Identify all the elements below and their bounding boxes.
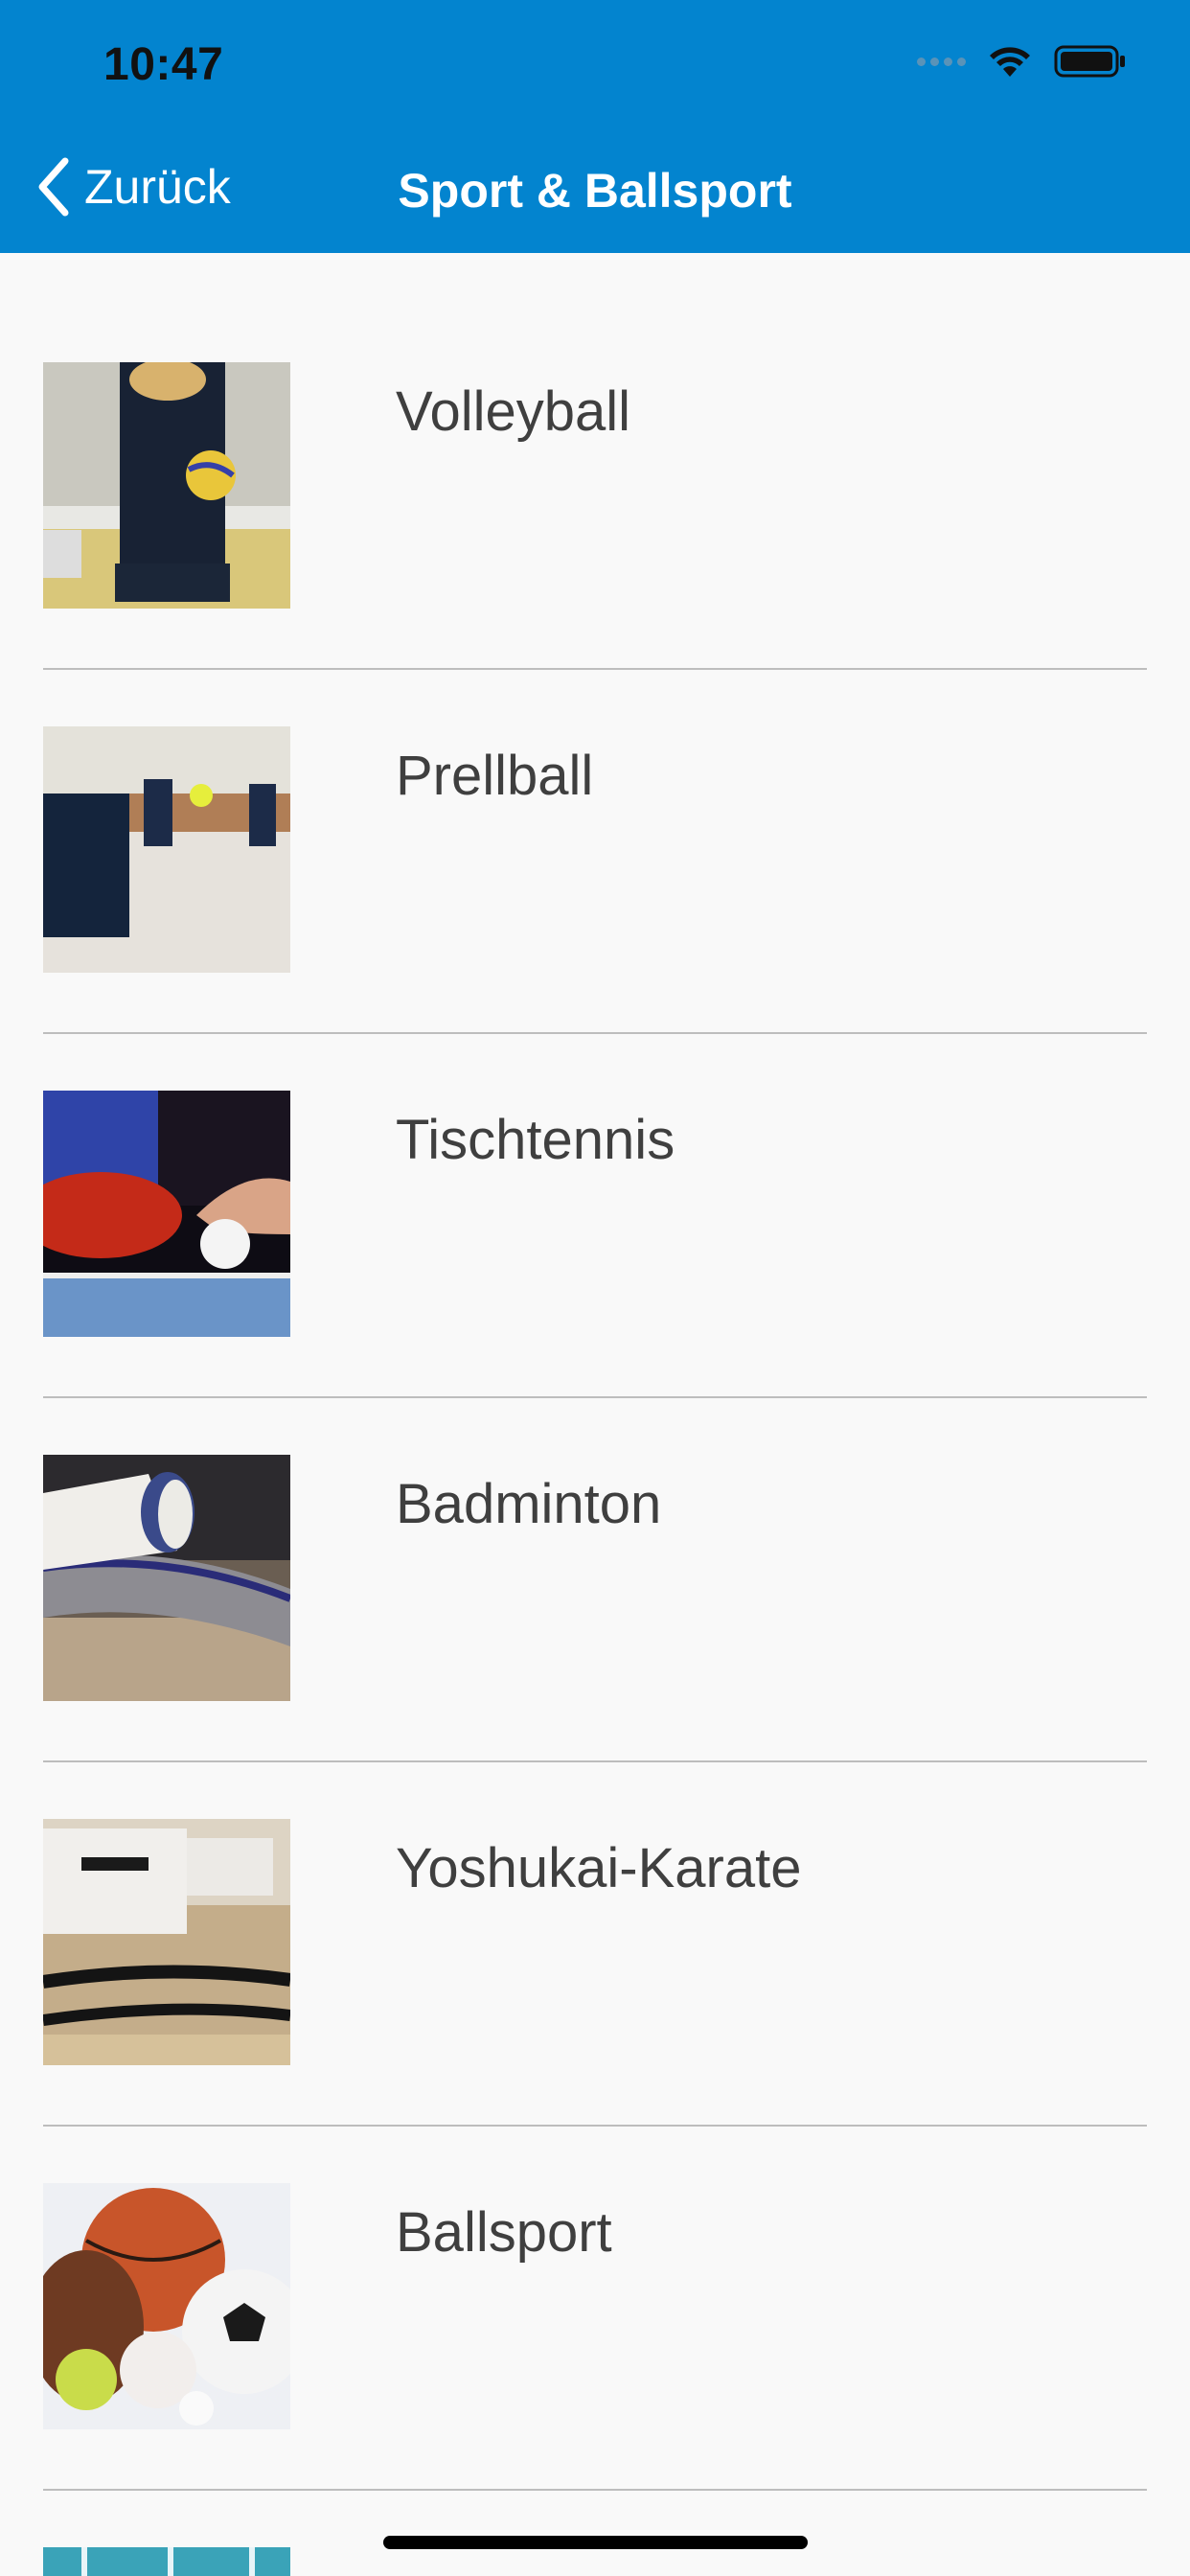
list-item-label: Badminton	[396, 1473, 662, 1535]
prellball-photo	[43, 726, 290, 973]
list-item-yoshukai-karate[interactable]: Yoshukai-Karate	[0, 1710, 1190, 2074]
list-item-badminton[interactable]: Badminton	[0, 1346, 1190, 1710]
list-item-label: Yoshukai-Karate	[396, 1837, 802, 1899]
list-item-label: Tischtennis	[396, 1109, 675, 1171]
list-item-prellball[interactable]: Prellball	[0, 617, 1190, 981]
swimming-photo	[43, 2547, 290, 2576]
page-title: Sport & Ballsport	[398, 164, 792, 218]
signal-icon	[917, 57, 966, 66]
badminton-photo	[43, 1455, 290, 1701]
battery-icon	[1054, 45, 1125, 78]
status-time: 10:47	[103, 39, 224, 90]
home-indicator[interactable]	[383, 2536, 808, 2549]
volleyball-photo	[43, 362, 290, 609]
status-icons	[917, 44, 1127, 79]
list-item-label: Ballsport	[396, 2201, 612, 2264]
wifi-icon	[990, 47, 1030, 77]
list-item-tischtennis[interactable]: Tischtennis	[0, 981, 1190, 1346]
navigation-bar: Zurück Sport & Ballsport	[0, 144, 1190, 240]
app-header: 10:47 Zurück Sport & Ballsport	[0, 0, 1190, 253]
tischtennis-photo	[43, 1091, 290, 1337]
list-item-label: Volleyball	[396, 380, 631, 443]
karate-photo	[43, 1819, 290, 2065]
list-item-ballsport[interactable]: Ballsport	[0, 2074, 1190, 2438]
list-item-label: Prellball	[396, 745, 594, 807]
list-item-partial[interactable]	[0, 2438, 1190, 2576]
ballsport-photo	[43, 2183, 290, 2429]
list-item-volleyball[interactable]: Volleyball	[0, 253, 1190, 617]
